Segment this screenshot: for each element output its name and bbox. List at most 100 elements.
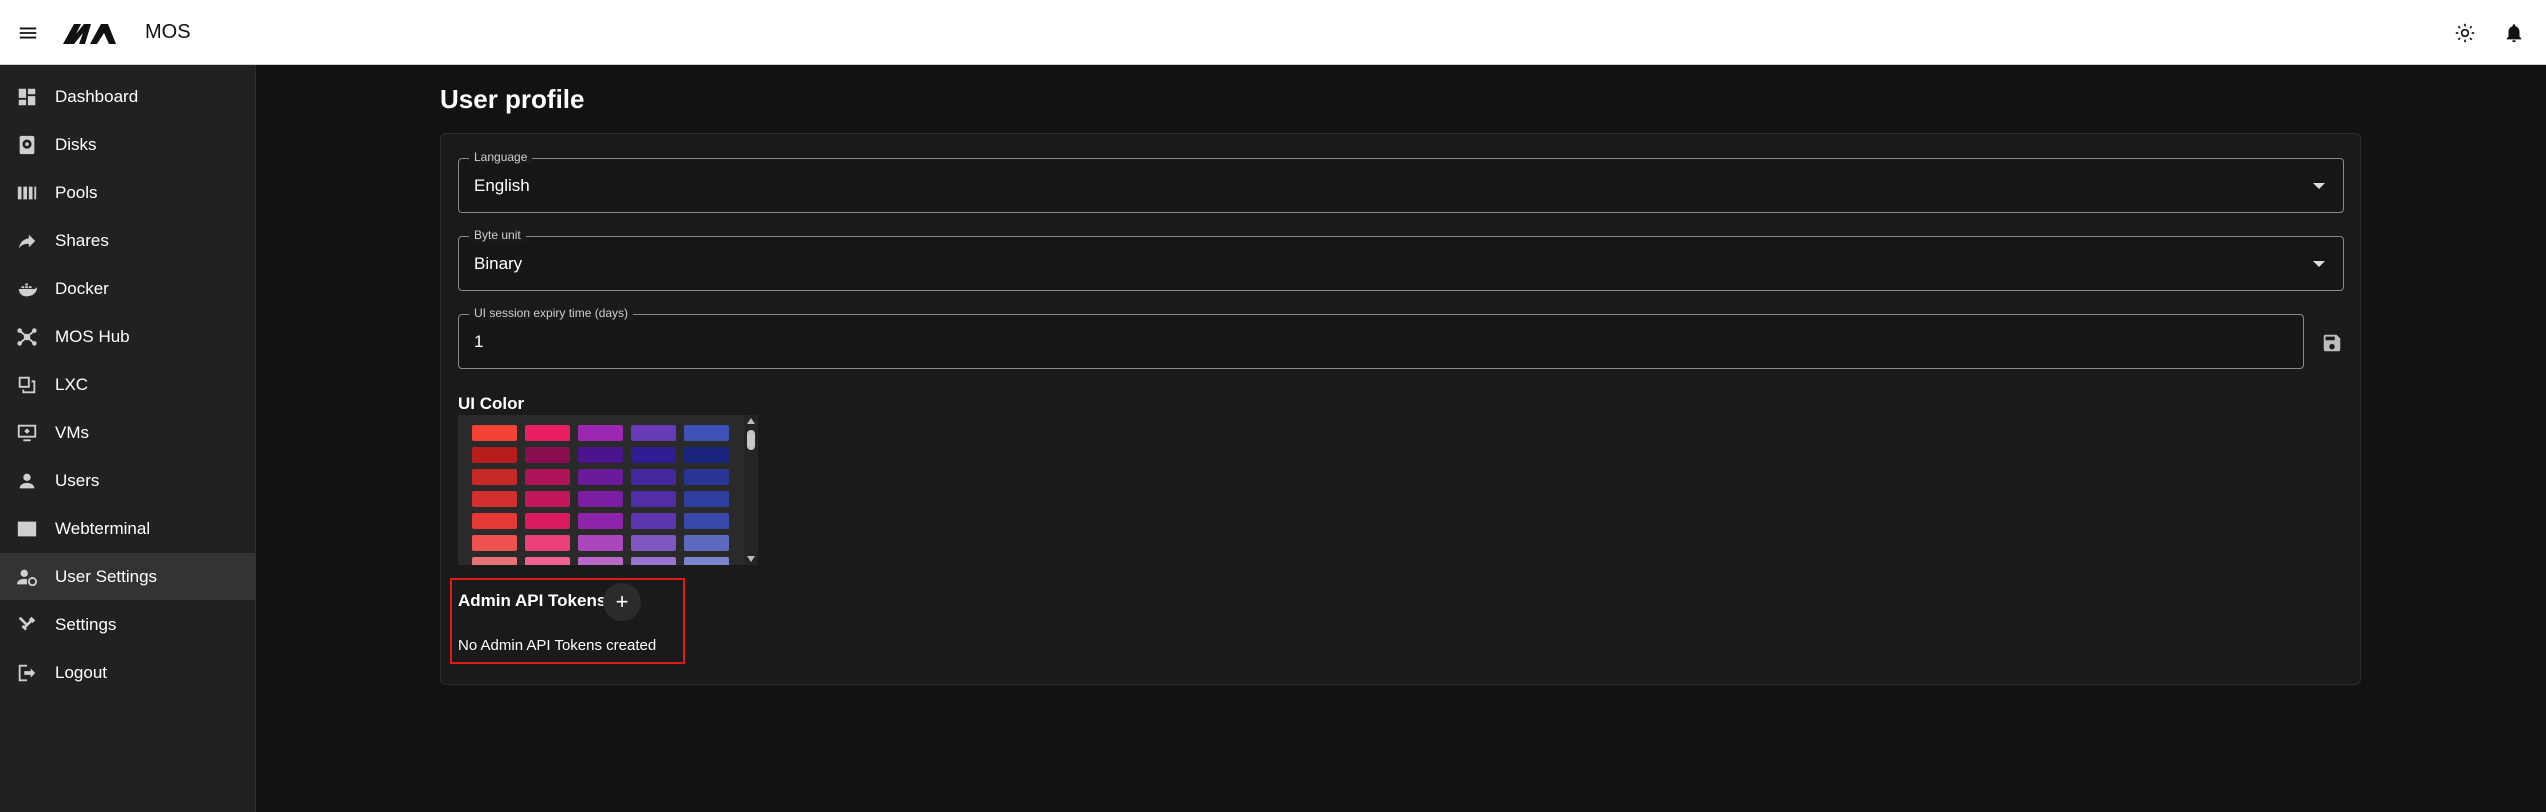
color-swatch[interactable] xyxy=(472,447,517,463)
color-swatch[interactable] xyxy=(684,425,729,441)
language-value: English xyxy=(474,176,530,195)
sidebar-item-label: MOS Hub xyxy=(55,326,130,346)
sidebar-item-label: Users xyxy=(55,470,100,490)
sidebar-item-shares[interactable]: Shares xyxy=(0,217,256,264)
sidebar-item-disks[interactable]: Disks xyxy=(0,121,256,168)
color-swatch[interactable] xyxy=(684,447,729,463)
pools-icon xyxy=(15,181,39,205)
add-token-button[interactable]: + xyxy=(603,583,641,621)
language-select[interactable]: Language English xyxy=(458,150,2344,213)
sidebar-item-users[interactable]: Users xyxy=(0,457,256,504)
chevron-down-icon xyxy=(2313,183,2325,189)
color-swatch[interactable] xyxy=(684,557,729,565)
sidebar-item-user-settings[interactable]: User Settings xyxy=(0,553,256,600)
color-swatch[interactable] xyxy=(631,425,676,441)
sidebar-item-settings[interactable]: Settings xyxy=(0,601,256,648)
color-swatch[interactable] xyxy=(578,425,623,441)
api-tokens-heading: Admin API Tokens xyxy=(458,591,607,610)
sidebar-item-vms[interactable]: VMs xyxy=(0,409,256,456)
chevron-down-icon xyxy=(2313,261,2325,267)
color-swatch[interactable] xyxy=(525,535,570,551)
docker-icon xyxy=(15,277,39,301)
menu-icon[interactable] xyxy=(14,20,42,46)
color-swatch[interactable] xyxy=(525,491,570,507)
session-expiry-input[interactable]: UI session expiry time (days) 1 xyxy=(458,306,2304,369)
sidebar-item-dashboard[interactable]: Dashboard xyxy=(0,73,256,120)
color-swatch[interactable] xyxy=(631,491,676,507)
sidebar-item-label: User Settings xyxy=(55,566,158,586)
ui-color-heading: UI Color xyxy=(458,394,525,413)
sidebar-item-label: Pools xyxy=(55,182,98,202)
user-settings-icon xyxy=(15,565,39,589)
color-swatch[interactable] xyxy=(578,557,623,565)
scroll-down-icon[interactable] xyxy=(747,556,755,562)
logout-icon xyxy=(15,661,39,685)
color-swatch[interactable] xyxy=(684,491,729,507)
sidebar-item-label: Dashboard xyxy=(55,86,139,106)
color-swatch[interactable] xyxy=(631,557,676,565)
terminal-icon xyxy=(15,517,39,541)
color-swatch[interactable] xyxy=(631,447,676,463)
sidebar-item-webterminal[interactable]: Webterminal xyxy=(0,505,256,552)
sidebar-item-label: Shares xyxy=(55,230,109,250)
color-swatch[interactable] xyxy=(472,469,517,485)
byte-unit-value: Binary xyxy=(474,254,523,273)
session-expiry-label: UI session expiry time (days) xyxy=(469,306,634,320)
color-swatch[interactable] xyxy=(525,469,570,485)
disk-icon xyxy=(15,133,39,157)
color-swatch[interactable] xyxy=(578,447,623,463)
share-icon xyxy=(15,229,39,253)
theme-toggle-icon[interactable] xyxy=(2451,19,2479,47)
byte-unit-select[interactable]: Byte unit Binary xyxy=(458,228,2344,291)
sidebar-item-logout[interactable]: Logout xyxy=(0,649,256,696)
color-swatch[interactable] xyxy=(472,557,517,565)
user-profile-card xyxy=(440,133,2361,685)
color-picker-scrollbar[interactable] xyxy=(744,415,758,565)
color-swatch[interactable] xyxy=(472,513,517,529)
color-swatch[interactable] xyxy=(684,535,729,551)
sidebar-item-label: LXC xyxy=(55,374,89,394)
sidebar-item-label: Settings xyxy=(55,614,117,634)
color-swatch[interactable] xyxy=(684,469,729,485)
language-label: Language xyxy=(469,150,533,164)
color-swatch[interactable] xyxy=(525,557,570,565)
color-swatch[interactable] xyxy=(472,535,517,551)
color-swatch[interactable] xyxy=(631,469,676,485)
color-swatch[interactable] xyxy=(472,491,517,507)
scroll-thumb[interactable] xyxy=(747,430,755,450)
color-swatch[interactable] xyxy=(578,535,623,551)
color-swatch[interactable] xyxy=(578,513,623,529)
byte-unit-label: Byte unit xyxy=(469,228,526,242)
sidebar-item-label: Disks xyxy=(55,134,97,154)
user-icon xyxy=(15,469,39,493)
app-bar: MOS xyxy=(0,0,2546,65)
scroll-up-icon[interactable] xyxy=(747,418,755,424)
color-swatch[interactable] xyxy=(631,535,676,551)
notifications-bell-icon[interactable] xyxy=(2500,19,2528,47)
dashboard-icon xyxy=(15,85,39,109)
color-swatch[interactable] xyxy=(472,425,517,441)
sidebar-item-pools[interactable]: Pools xyxy=(0,169,256,216)
mos-logo-icon xyxy=(63,24,116,44)
hub-icon xyxy=(15,325,39,349)
color-swatch[interactable] xyxy=(525,513,570,529)
sidebar-item-docker[interactable]: Docker xyxy=(0,265,256,312)
color-swatch[interactable] xyxy=(684,513,729,529)
app-title: MOS xyxy=(145,21,191,43)
sidebar-item-label: Webterminal xyxy=(55,518,151,538)
vm-icon xyxy=(15,421,39,445)
color-picker[interactable] xyxy=(458,415,758,565)
lxc-icon xyxy=(15,373,39,397)
sidebar-item-label: VMs xyxy=(55,422,89,442)
color-swatch[interactable] xyxy=(578,469,623,485)
session-expiry-value: 1 xyxy=(474,332,484,351)
color-swatch[interactable] xyxy=(525,425,570,441)
color-swatch[interactable] xyxy=(578,491,623,507)
sidebar: Dashboard Disks Pools Shares Docker MOS … xyxy=(0,65,256,812)
save-icon[interactable] xyxy=(2319,330,2345,356)
color-swatch[interactable] xyxy=(631,513,676,529)
settings-icon xyxy=(15,613,39,637)
sidebar-item-mos-hub[interactable]: MOS Hub xyxy=(0,313,256,360)
sidebar-item-lxc[interactable]: LXC xyxy=(0,361,256,408)
color-swatch[interactable] xyxy=(525,447,570,463)
